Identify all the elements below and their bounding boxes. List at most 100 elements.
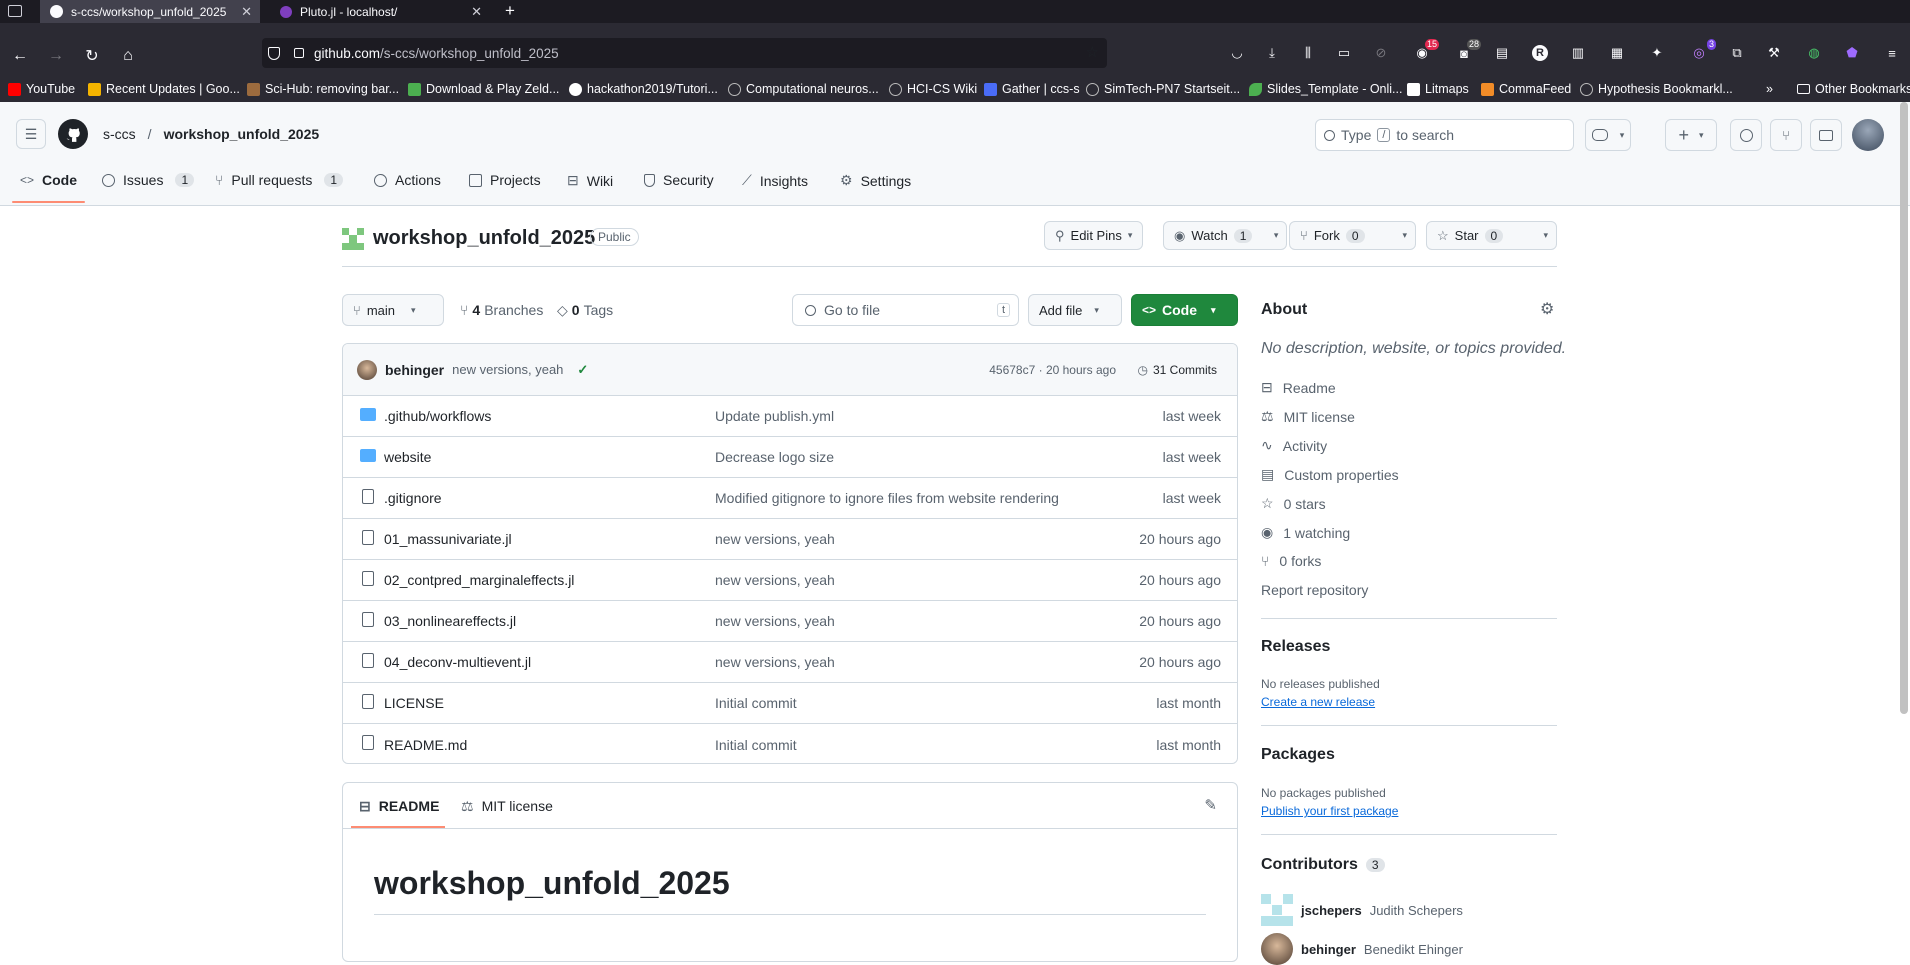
back-icon[interactable]: ←	[9, 45, 31, 67]
edit-pins-button[interactable]: ⚲ Edit Pins ▾	[1044, 221, 1144, 250]
commit-author-avatar[interactable]	[357, 359, 377, 380]
download-icon[interactable]: ⤓	[1263, 44, 1281, 62]
extensions-puzzle-icon[interactable]: ⧉	[1728, 44, 1746, 62]
repo-link[interactable]: workshop_unfold_2025	[164, 126, 320, 142]
document-icon[interactable]: ▤	[1493, 44, 1511, 62]
bookmarks-overflow-icon[interactable]: »	[1766, 82, 1773, 96]
table-row[interactable]: 02_contpred_marginaleffects.jl new versio…	[343, 560, 1237, 601]
url-bar[interactable]: github.com/s-ccs/workshop_unfold_2025 ☆	[262, 38, 1107, 68]
tab-issues[interactable]: Issues 1	[102, 172, 195, 188]
pocket-icon[interactable]: ◡	[1228, 44, 1246, 62]
file-name-link[interactable]: website	[384, 449, 431, 465]
page-scrollbar[interactable]	[1900, 102, 1908, 714]
extension-grid-icon[interactable]: ▦	[1608, 44, 1626, 62]
releases-heading[interactable]: Releases	[1261, 638, 1330, 656]
bookmark-item[interactable]: Gather | ccs-s	[984, 82, 1080, 96]
new-tab-icon[interactable]: +	[505, 1, 515, 21]
report-repository-link[interactable]: Report repository	[1261, 582, 1368, 598]
bookmark-item[interactable]: Download & Play Zeld...	[408, 82, 559, 96]
browser-tab-github[interactable]: s-ccs/workshop_unfold_2025 ✕	[40, 0, 260, 23]
table-row[interactable]: README.md Initial commit last month	[343, 724, 1237, 763]
file-commit-message[interactable]: new versions, yeah	[715, 654, 835, 670]
tab-readme[interactable]: ⊟ README	[359, 798, 439, 815]
tab-list-icon[interactable]	[8, 5, 22, 17]
extension-bars-icon[interactable]: ▥	[1569, 44, 1587, 62]
file-name-link[interactable]: .github/workflows	[384, 408, 491, 424]
commit-author[interactable]: behinger	[385, 362, 444, 378]
hamburger-menu-button[interactable]: ☰	[16, 119, 46, 149]
file-name-link[interactable]: LICENSE	[384, 695, 444, 711]
table-row[interactable]: .gitignore Modified gitignore to ignore f…	[343, 478, 1237, 519]
bookmark-item[interactable]: Litmaps	[1407, 82, 1469, 96]
table-row[interactable]: 01_massunivariate.jl new versions, yeah 20…	[343, 519, 1237, 560]
file-name-link[interactable]: 03_nonlineareffects.jl	[384, 613, 516, 629]
file-name-link[interactable]: README.md	[384, 737, 467, 753]
activity-link[interactable]: ∿ Activity	[1261, 437, 1327, 454]
watching-link[interactable]: ◉ 1 watching	[1261, 524, 1350, 541]
file-name-link[interactable]: .gitignore	[384, 490, 442, 506]
bookmark-star-icon[interactable]: ☆	[1086, 43, 1099, 61]
table-row[interactable]: 03_nonlineareffects.jl new versions, yeah…	[343, 601, 1237, 642]
tab-pull-requests[interactable]: ⑂ Pull requests 1	[215, 172, 344, 188]
sidebar-icon[interactable]: ▭	[1335, 44, 1353, 62]
go-to-file-input[interactable]: Go to file t	[792, 294, 1019, 326]
extension-purple-icon[interactable]: ⬟	[1843, 44, 1861, 62]
file-name-link[interactable]: 01_massunivariate.jl	[384, 531, 512, 547]
library-icon[interactable]: ⫼	[1299, 44, 1317, 62]
tab-insights[interactable]: ⟋ Insights	[742, 172, 808, 189]
file-commit-message[interactable]: Update publish.yml	[715, 408, 834, 424]
extension-globe-icon[interactable]: ◍	[1805, 44, 1823, 62]
file-commit-message[interactable]: new versions, yeah	[715, 613, 835, 629]
chevron-down-icon[interactable]: ▾	[1543, 230, 1548, 241]
inbox-icon[interactable]	[1810, 119, 1842, 151]
contributor-item[interactable]: jschepers Judith Schepers	[1261, 894, 1463, 926]
menu-icon[interactable]: ≡	[1883, 44, 1901, 62]
repo-title[interactable]: workshop_unfold_2025	[373, 227, 595, 250]
table-row[interactable]: LICENSE Initial commit last month	[343, 683, 1237, 724]
fork-button[interactable]: ⑂ Fork 0 ▾	[1289, 221, 1416, 250]
bookmark-item[interactable]: SimTech-PN7 Startseit...	[1086, 82, 1240, 96]
bookmark-item[interactable]: Slides_Template - Onli...	[1249, 82, 1402, 96]
commits-link[interactable]: ◷ 31 Commits	[1138, 363, 1218, 377]
file-name-link[interactable]: 04_deconv-multievent.jl	[384, 654, 531, 670]
publish-package-link[interactable]: Publish your first package	[1261, 804, 1398, 818]
close-tab-icon[interactable]: ✕	[241, 4, 252, 20]
contributor-item[interactable]: behinger Benedikt Ehinger	[1261, 933, 1463, 965]
github-logo-icon[interactable]	[58, 119, 88, 149]
extension-c-icon[interactable]: ◎ 3	[1690, 39, 1716, 62]
bookmark-item[interactable]: CommaFeed	[1481, 82, 1571, 96]
file-commit-message[interactable]: Initial commit	[715, 695, 797, 711]
create-release-link[interactable]: Create a new release	[1261, 695, 1375, 709]
watch-button[interactable]: ◉ Watch 1 ▾	[1163, 221, 1288, 250]
tab-settings[interactable]: ⚙ Settings	[840, 172, 911, 189]
license-link[interactable]: ⚖ MIT license	[1261, 408, 1355, 425]
bookmark-item[interactable]: Recent Updates | Goo...	[88, 82, 240, 96]
custom-properties-link[interactable]: ▤ Custom properties	[1261, 466, 1399, 483]
table-row[interactable]: website Decrease logo size last week	[343, 437, 1237, 478]
code-button[interactable]: <> Code ▾	[1131, 294, 1238, 326]
stars-link[interactable]: ☆ 0 stars	[1261, 495, 1326, 512]
forks-link[interactable]: ⑂ 0 forks	[1261, 553, 1321, 569]
add-file-button[interactable]: Add file ▾	[1028, 294, 1122, 326]
extension-bird-icon[interactable]: ✦	[1648, 44, 1666, 62]
file-name-link[interactable]: 02_contpred_marginaleffects.jl	[384, 572, 574, 588]
bookmark-item[interactable]: HCI-CS Wiki	[889, 82, 977, 96]
extension-b-icon[interactable]: ◙ 28	[1455, 39, 1481, 62]
file-commit-message[interactable]: new versions, yeah	[715, 572, 835, 588]
pull-requests-icon[interactable]: ⑂	[1770, 119, 1802, 151]
readme-link[interactable]: ⊟ Readme	[1261, 379, 1336, 396]
avatar[interactable]	[1852, 119, 1884, 151]
pencil-icon[interactable]: ✎	[1204, 796, 1217, 814]
tab-projects[interactable]: Projects	[469, 172, 541, 188]
file-commit-message[interactable]: Modified gitignore to ignore files from …	[715, 490, 1059, 506]
about-settings-gear-icon[interactable]: ⚙	[1540, 299, 1554, 319]
commit-message[interactable]: new versions, yeah	[452, 362, 563, 377]
table-row[interactable]: 04_deconv-multievent.jl new versions, yea…	[343, 642, 1237, 683]
commit-meta[interactable]: 45678c7 · 20 hours ago	[989, 363, 1116, 377]
other-bookmarks[interactable]: Other Bookmarks	[1797, 82, 1910, 96]
packages-heading[interactable]: Packages	[1261, 746, 1335, 764]
star-button[interactable]: ☆ Star 0 ▾	[1426, 221, 1557, 250]
home-icon[interactable]: ⌂	[117, 45, 139, 67]
copilot-button[interactable]: ▾	[1585, 119, 1631, 151]
reload-icon[interactable]: ↻	[81, 45, 103, 67]
